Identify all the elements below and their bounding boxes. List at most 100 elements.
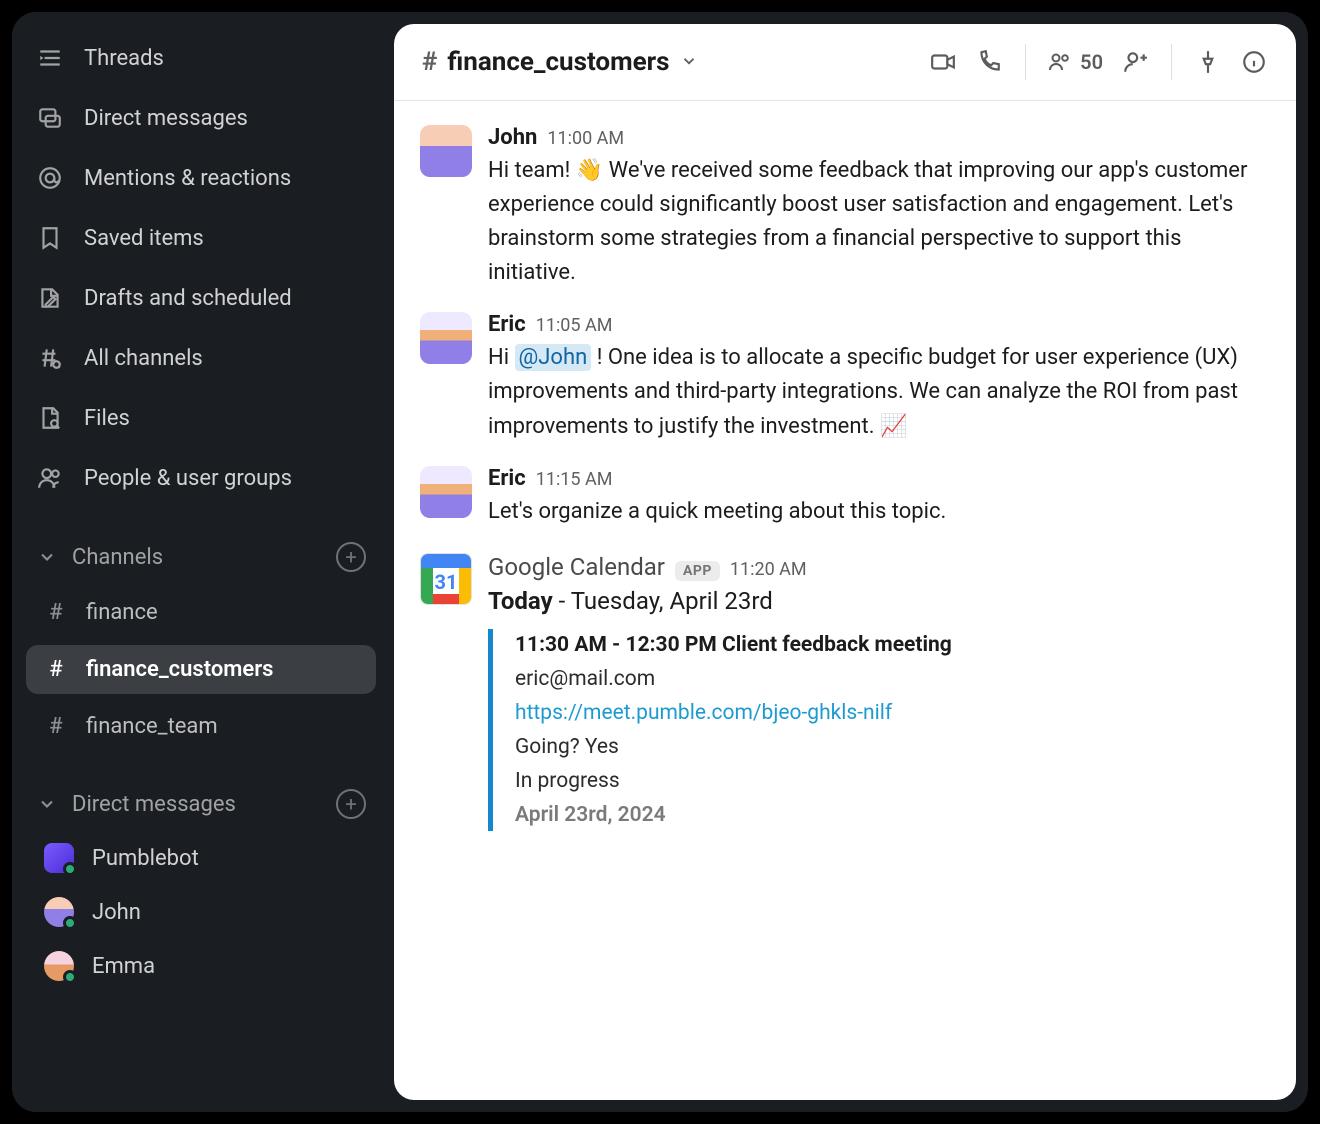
drafts-icon — [36, 284, 64, 312]
message-timestamp: 11:15 AM — [536, 469, 613, 490]
avatar — [44, 843, 74, 873]
hash-search-icon — [36, 344, 64, 372]
message: Eric 11:05 AM Hi @John ! One idea is to … — [420, 298, 1270, 451]
hash-icon: # — [44, 714, 68, 739]
event-organizer-email: eric@mail.com — [515, 667, 1270, 691]
app-badge: APP — [675, 561, 720, 581]
calendar-event: 11:30 AM - 12:30 PM Client feedback meet… — [488, 629, 1270, 831]
dm-section-header[interactable]: Direct messages + — [18, 773, 384, 829]
avatar[interactable] — [420, 312, 472, 364]
event-date: April 23rd, 2024 — [515, 803, 1270, 827]
message-author[interactable]: John — [488, 125, 537, 150]
divider — [1171, 44, 1172, 80]
hash-icon: # — [44, 600, 68, 625]
nav-mentions[interactable]: Mentions & reactions — [18, 150, 384, 206]
nav-all-channels[interactable]: All channels — [18, 330, 384, 386]
presence-indicator — [63, 862, 77, 876]
dm-john[interactable]: John — [26, 887, 376, 937]
threads-icon — [36, 44, 64, 72]
channel-header: # finance_customers 50 — [394, 24, 1296, 101]
nav-label: Threads — [84, 46, 164, 71]
presence-indicator — [63, 916, 77, 930]
dm-label: Emma — [92, 954, 155, 979]
add-member-button[interactable] — [1121, 48, 1149, 76]
avatar — [44, 897, 74, 927]
section-label: Direct messages — [72, 792, 322, 817]
dm-icon — [36, 104, 64, 132]
info-button[interactable] — [1240, 48, 1268, 76]
message-list: John 11:00 AM Hi team! 👋 We've received … — [394, 101, 1296, 1100]
channel-finance[interactable]: # finance — [26, 588, 376, 637]
dm-label: Pumblebot — [92, 846, 199, 871]
nav-label: Drafts and scheduled — [84, 286, 292, 311]
section-label: Channels — [72, 545, 322, 570]
member-count-value: 50 — [1080, 50, 1103, 74]
wave-emoji: 👋 — [576, 158, 603, 183]
message-text: Let's organize a quick meeting about thi… — [488, 495, 1270, 529]
dm-emma[interactable]: Emma — [26, 941, 376, 991]
nav-label: Mentions & reactions — [84, 166, 291, 191]
chevron-down-icon — [680, 47, 698, 77]
people-icon — [36, 464, 64, 492]
add-channel-button[interactable]: + — [336, 542, 366, 572]
avatar — [44, 951, 74, 981]
nav-label: People & user groups — [84, 466, 292, 491]
video-call-button[interactable] — [929, 48, 957, 76]
nav-drafts[interactable]: Drafts and scheduled — [18, 270, 384, 326]
nav-threads[interactable]: Threads — [18, 30, 384, 86]
event-rsvp: Going? Yes — [515, 735, 1270, 759]
sidebar: Threads Direct messages Mentions & react… — [12, 12, 390, 1112]
message: John 11:00 AM Hi team! 👋 We've received … — [420, 111, 1270, 298]
add-dm-button[interactable]: + — [336, 789, 366, 819]
nav-label: Files — [84, 406, 130, 431]
chevron-down-icon — [36, 793, 58, 815]
message: Eric 11:15 AM Let's organize a quick mee… — [420, 452, 1270, 537]
channel-label: finance_customers — [86, 657, 273, 682]
audio-call-button[interactable] — [975, 48, 1003, 76]
nav-people[interactable]: People & user groups — [18, 450, 384, 506]
file-icon — [36, 404, 64, 432]
pin-button[interactable] — [1194, 48, 1222, 76]
message-timestamp: 11:05 AM — [536, 315, 613, 336]
message-author[interactable]: Eric — [488, 312, 526, 337]
nav-label: Saved items — [84, 226, 204, 251]
app-name[interactable]: Google Calendar — [488, 553, 665, 581]
nav-label: Direct messages — [84, 106, 248, 131]
dm-pumblebot[interactable]: Pumblebot — [26, 833, 376, 883]
nav-direct-messages[interactable]: Direct messages — [18, 90, 384, 146]
header-actions: 50 — [929, 44, 1268, 80]
avatar[interactable] — [420, 125, 472, 177]
hash-icon: # — [44, 657, 68, 682]
channel-label: finance — [86, 600, 158, 625]
message-author[interactable]: Eric — [488, 466, 526, 491]
nav-label: All channels — [84, 346, 203, 371]
message-text: Hi @John ! One idea is to allocate a spe… — [488, 341, 1270, 443]
message-timestamp: 11:00 AM — [547, 128, 624, 149]
bookmark-icon — [36, 224, 64, 252]
main-panel: # finance_customers 50 — [394, 24, 1296, 1100]
member-count[interactable]: 50 — [1048, 50, 1103, 74]
calendar-app-message: 31 Google Calendar APP 11:20 AM Today - … — [420, 537, 1270, 831]
nav-saved[interactable]: Saved items — [18, 210, 384, 266]
channels-section-header[interactable]: Channels + — [18, 526, 384, 582]
avatar[interactable] — [420, 466, 472, 518]
app-root: Threads Direct messages Mentions & react… — [12, 12, 1308, 1112]
channel-name: finance_customers — [447, 47, 669, 77]
divider — [1025, 44, 1026, 80]
message-timestamp: 11:20 AM — [730, 559, 807, 580]
presence-indicator — [63, 970, 77, 984]
calendar-date: Today - Tuesday, April 23rd — [488, 587, 1270, 615]
channel-finance-customers[interactable]: # finance_customers — [26, 645, 376, 694]
channel-finance-team[interactable]: # finance_team — [26, 702, 376, 751]
message-text: Hi team! 👋 We've received some feedback … — [488, 154, 1270, 290]
google-calendar-icon: 31 — [420, 553, 472, 605]
chevron-down-icon — [36, 546, 58, 568]
hash-icon: # — [422, 47, 437, 77]
channel-title-button[interactable]: # finance_customers — [422, 47, 698, 77]
event-status: In progress — [515, 769, 1270, 793]
channel-label: finance_team — [86, 714, 218, 739]
mention[interactable]: @John — [515, 344, 592, 371]
nav-files[interactable]: Files — [18, 390, 384, 446]
at-icon — [36, 164, 64, 192]
meeting-link[interactable]: https://meet.pumble.com/bjeo-ghkls-nilf — [515, 701, 1270, 725]
